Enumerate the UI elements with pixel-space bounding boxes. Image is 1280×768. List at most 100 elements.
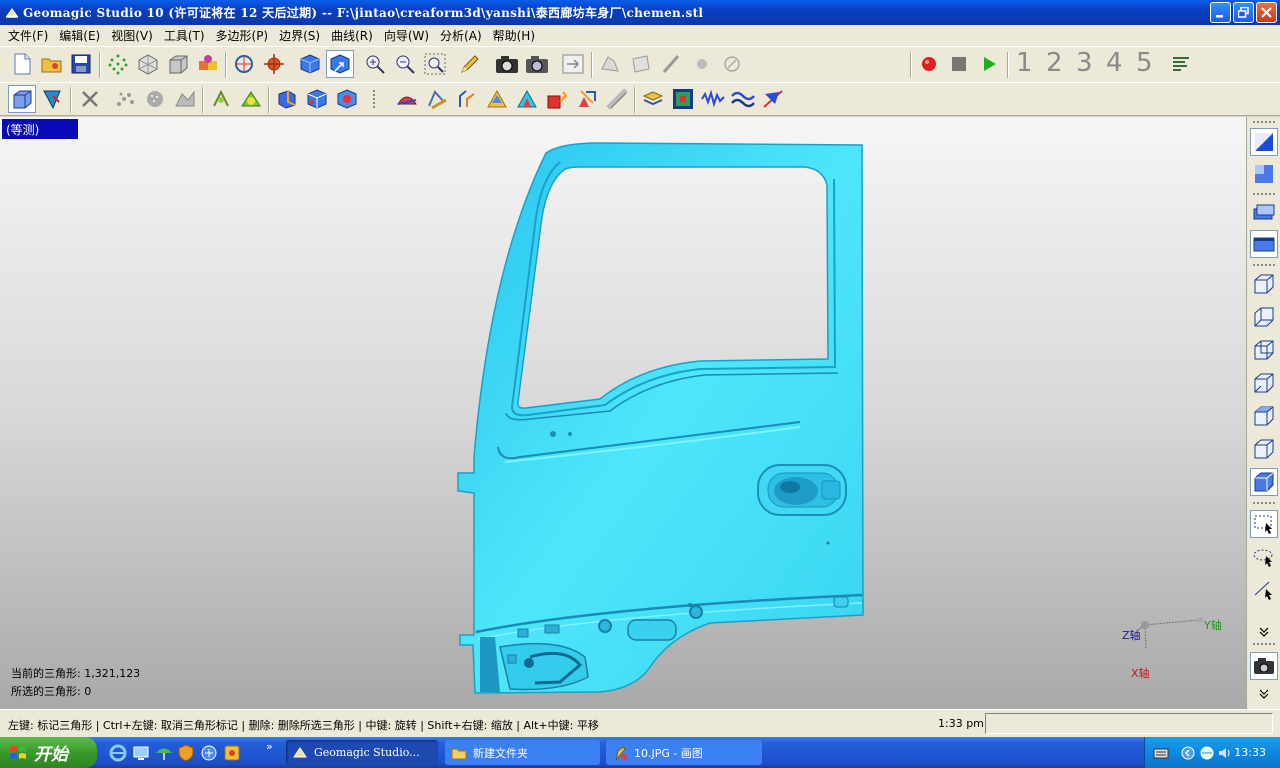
menu-help[interactable]: 帮助(H) bbox=[489, 27, 542, 44]
grip-handle[interactable] bbox=[360, 85, 388, 113]
task-paint[interactable]: 10.JPG - 画图 bbox=[606, 740, 762, 765]
task-new-folder[interactable]: 新建文件夹 bbox=[445, 740, 600, 765]
select-visible-button[interactable] bbox=[38, 85, 66, 113]
macro-1-button[interactable]: 1 bbox=[1016, 48, 1033, 78]
window-stack-button[interactable] bbox=[1250, 198, 1278, 226]
capture-button[interactable] bbox=[493, 50, 521, 78]
shield-app-icon[interactable] bbox=[177, 744, 195, 762]
plane-cut-button[interactable] bbox=[393, 85, 421, 113]
menu-edit[interactable]: 编辑(E) bbox=[55, 27, 107, 44]
scroll-more-bottom-button[interactable] bbox=[1250, 687, 1278, 701]
menu-wizard[interactable]: 向导(W) bbox=[380, 27, 436, 44]
macro-5-button[interactable]: 5 bbox=[1136, 48, 1153, 78]
relax-button[interactable] bbox=[333, 85, 361, 113]
start-button[interactable]: 开始 bbox=[0, 737, 97, 768]
shade-mode-button[interactable] bbox=[1250, 160, 1278, 188]
sharpen-button[interactable] bbox=[513, 85, 541, 113]
export-button[interactable] bbox=[559, 50, 587, 78]
wrap-button[interactable] bbox=[171, 85, 199, 113]
extrude-button[interactable] bbox=[543, 85, 571, 113]
edit-boundary-button[interactable] bbox=[453, 85, 481, 113]
menu-curves[interactable]: 曲线(R) bbox=[327, 27, 380, 44]
macro-2-button[interactable]: 2 bbox=[1046, 48, 1063, 78]
browser-icon[interactable] bbox=[200, 744, 218, 762]
fashion-button[interactable] bbox=[194, 50, 222, 78]
menu-analysis[interactable]: 分析(A) bbox=[436, 27, 489, 44]
open-file-button[interactable] bbox=[38, 50, 66, 78]
offset-button[interactable] bbox=[603, 85, 631, 113]
disabled-tool-2[interactable] bbox=[627, 50, 655, 78]
section-button[interactable] bbox=[729, 85, 757, 113]
view-bottom-button[interactable] bbox=[1250, 435, 1278, 463]
menu-file[interactable]: 文件(F) bbox=[4, 27, 55, 44]
line-select-button[interactable] bbox=[1250, 576, 1278, 604]
fill-holes-button[interactable] bbox=[237, 85, 265, 113]
set-center-button[interactable] bbox=[260, 50, 288, 78]
scroll-more-button[interactable] bbox=[1250, 625, 1278, 639]
stop-macro-button[interactable] bbox=[945, 50, 973, 78]
task-geomagic[interactable]: Geomagic Studio... bbox=[286, 740, 438, 765]
rectangle-select-button[interactable] bbox=[1250, 510, 1278, 538]
view-back-button[interactable] bbox=[1250, 303, 1278, 331]
car-door-model[interactable] bbox=[0, 117, 1246, 709]
reduce-noise-button[interactable] bbox=[111, 85, 139, 113]
macro-3-button[interactable]: 3 bbox=[1076, 48, 1093, 78]
title-bar[interactable]: Geomagic Studio 10 (许可证将在 12 天后过期) -- F:… bbox=[0, 0, 1280, 25]
umbrella-icon[interactable] bbox=[155, 744, 173, 762]
shapes-button[interactable] bbox=[164, 50, 192, 78]
menu-view[interactable]: 视图(V) bbox=[107, 27, 160, 44]
menu-tools[interactable]: 工具(T) bbox=[160, 27, 212, 44]
project-button[interactable] bbox=[573, 85, 601, 113]
view-isometric-button[interactable] bbox=[1250, 468, 1278, 496]
ellipse-select-button[interactable] bbox=[1250, 543, 1278, 571]
trim-button[interactable] bbox=[423, 85, 451, 113]
delete-button[interactable] bbox=[76, 85, 104, 113]
minimize-button[interactable] bbox=[1210, 2, 1231, 23]
layers-button[interactable] bbox=[639, 85, 667, 113]
deviation-button[interactable] bbox=[699, 85, 727, 113]
fit-view-button[interactable] bbox=[326, 50, 354, 78]
polygons-button[interactable] bbox=[134, 50, 162, 78]
disabled-tool-5[interactable] bbox=[718, 50, 746, 78]
smooth-button[interactable] bbox=[303, 85, 331, 113]
quick-launch-overflow[interactable]: » bbox=[266, 740, 273, 753]
view-front-button[interactable] bbox=[1250, 270, 1278, 298]
play-macro-button[interactable] bbox=[975, 50, 1003, 78]
zoom-out-button[interactable] bbox=[391, 50, 419, 78]
macro-4-button[interactable]: 4 bbox=[1106, 48, 1123, 78]
points-button[interactable] bbox=[104, 50, 132, 78]
keyboard-icon[interactable] bbox=[1153, 746, 1169, 760]
snapshot-button[interactable] bbox=[1250, 652, 1278, 680]
network-icon[interactable] bbox=[1199, 745, 1215, 761]
capture-view-button[interactable] bbox=[523, 50, 551, 78]
volume-icon[interactable] bbox=[1217, 745, 1233, 761]
disabled-tool-3[interactable] bbox=[657, 50, 685, 78]
sample-button[interactable] bbox=[141, 85, 169, 113]
color-map-button[interactable] bbox=[669, 85, 697, 113]
mesh-doctor-button[interactable] bbox=[483, 85, 511, 113]
window-arrange-button[interactable] bbox=[1250, 230, 1278, 258]
sandpaper-button[interactable] bbox=[273, 85, 301, 113]
menu-boundaries[interactable]: 边界(S) bbox=[275, 27, 327, 44]
zoom-in-button[interactable] bbox=[361, 50, 389, 78]
rotate-center-button[interactable] bbox=[230, 50, 258, 78]
menu-polygons[interactable]: 多边形(P) bbox=[212, 27, 276, 44]
tray-expand-icon[interactable] bbox=[1181, 746, 1195, 760]
save-button[interactable] bbox=[67, 50, 95, 78]
restore-button[interactable] bbox=[1233, 2, 1254, 23]
curvature-button[interactable] bbox=[207, 85, 235, 113]
disabled-tool-4[interactable] bbox=[688, 50, 716, 78]
new-file-button[interactable] bbox=[8, 50, 36, 78]
rect-select-mode-button[interactable] bbox=[1250, 128, 1278, 156]
close-button[interactable] bbox=[1256, 2, 1277, 23]
model-viewport[interactable]: (等测) Y轴 Z轴 X轴 当前的三角形: 1,321,123 所选的三角形: … bbox=[0, 117, 1246, 709]
shaded-view-button[interactable] bbox=[296, 50, 324, 78]
desktop-icon[interactable] bbox=[132, 744, 150, 762]
media-icon[interactable] bbox=[223, 744, 241, 762]
record-macro-button[interactable] bbox=[915, 50, 943, 78]
zoom-window-button[interactable] bbox=[421, 50, 449, 78]
view-left-button[interactable] bbox=[1250, 336, 1278, 364]
select-through-button[interactable] bbox=[8, 85, 36, 113]
view-top-button[interactable] bbox=[1250, 402, 1278, 430]
measure-button[interactable] bbox=[456, 50, 484, 78]
